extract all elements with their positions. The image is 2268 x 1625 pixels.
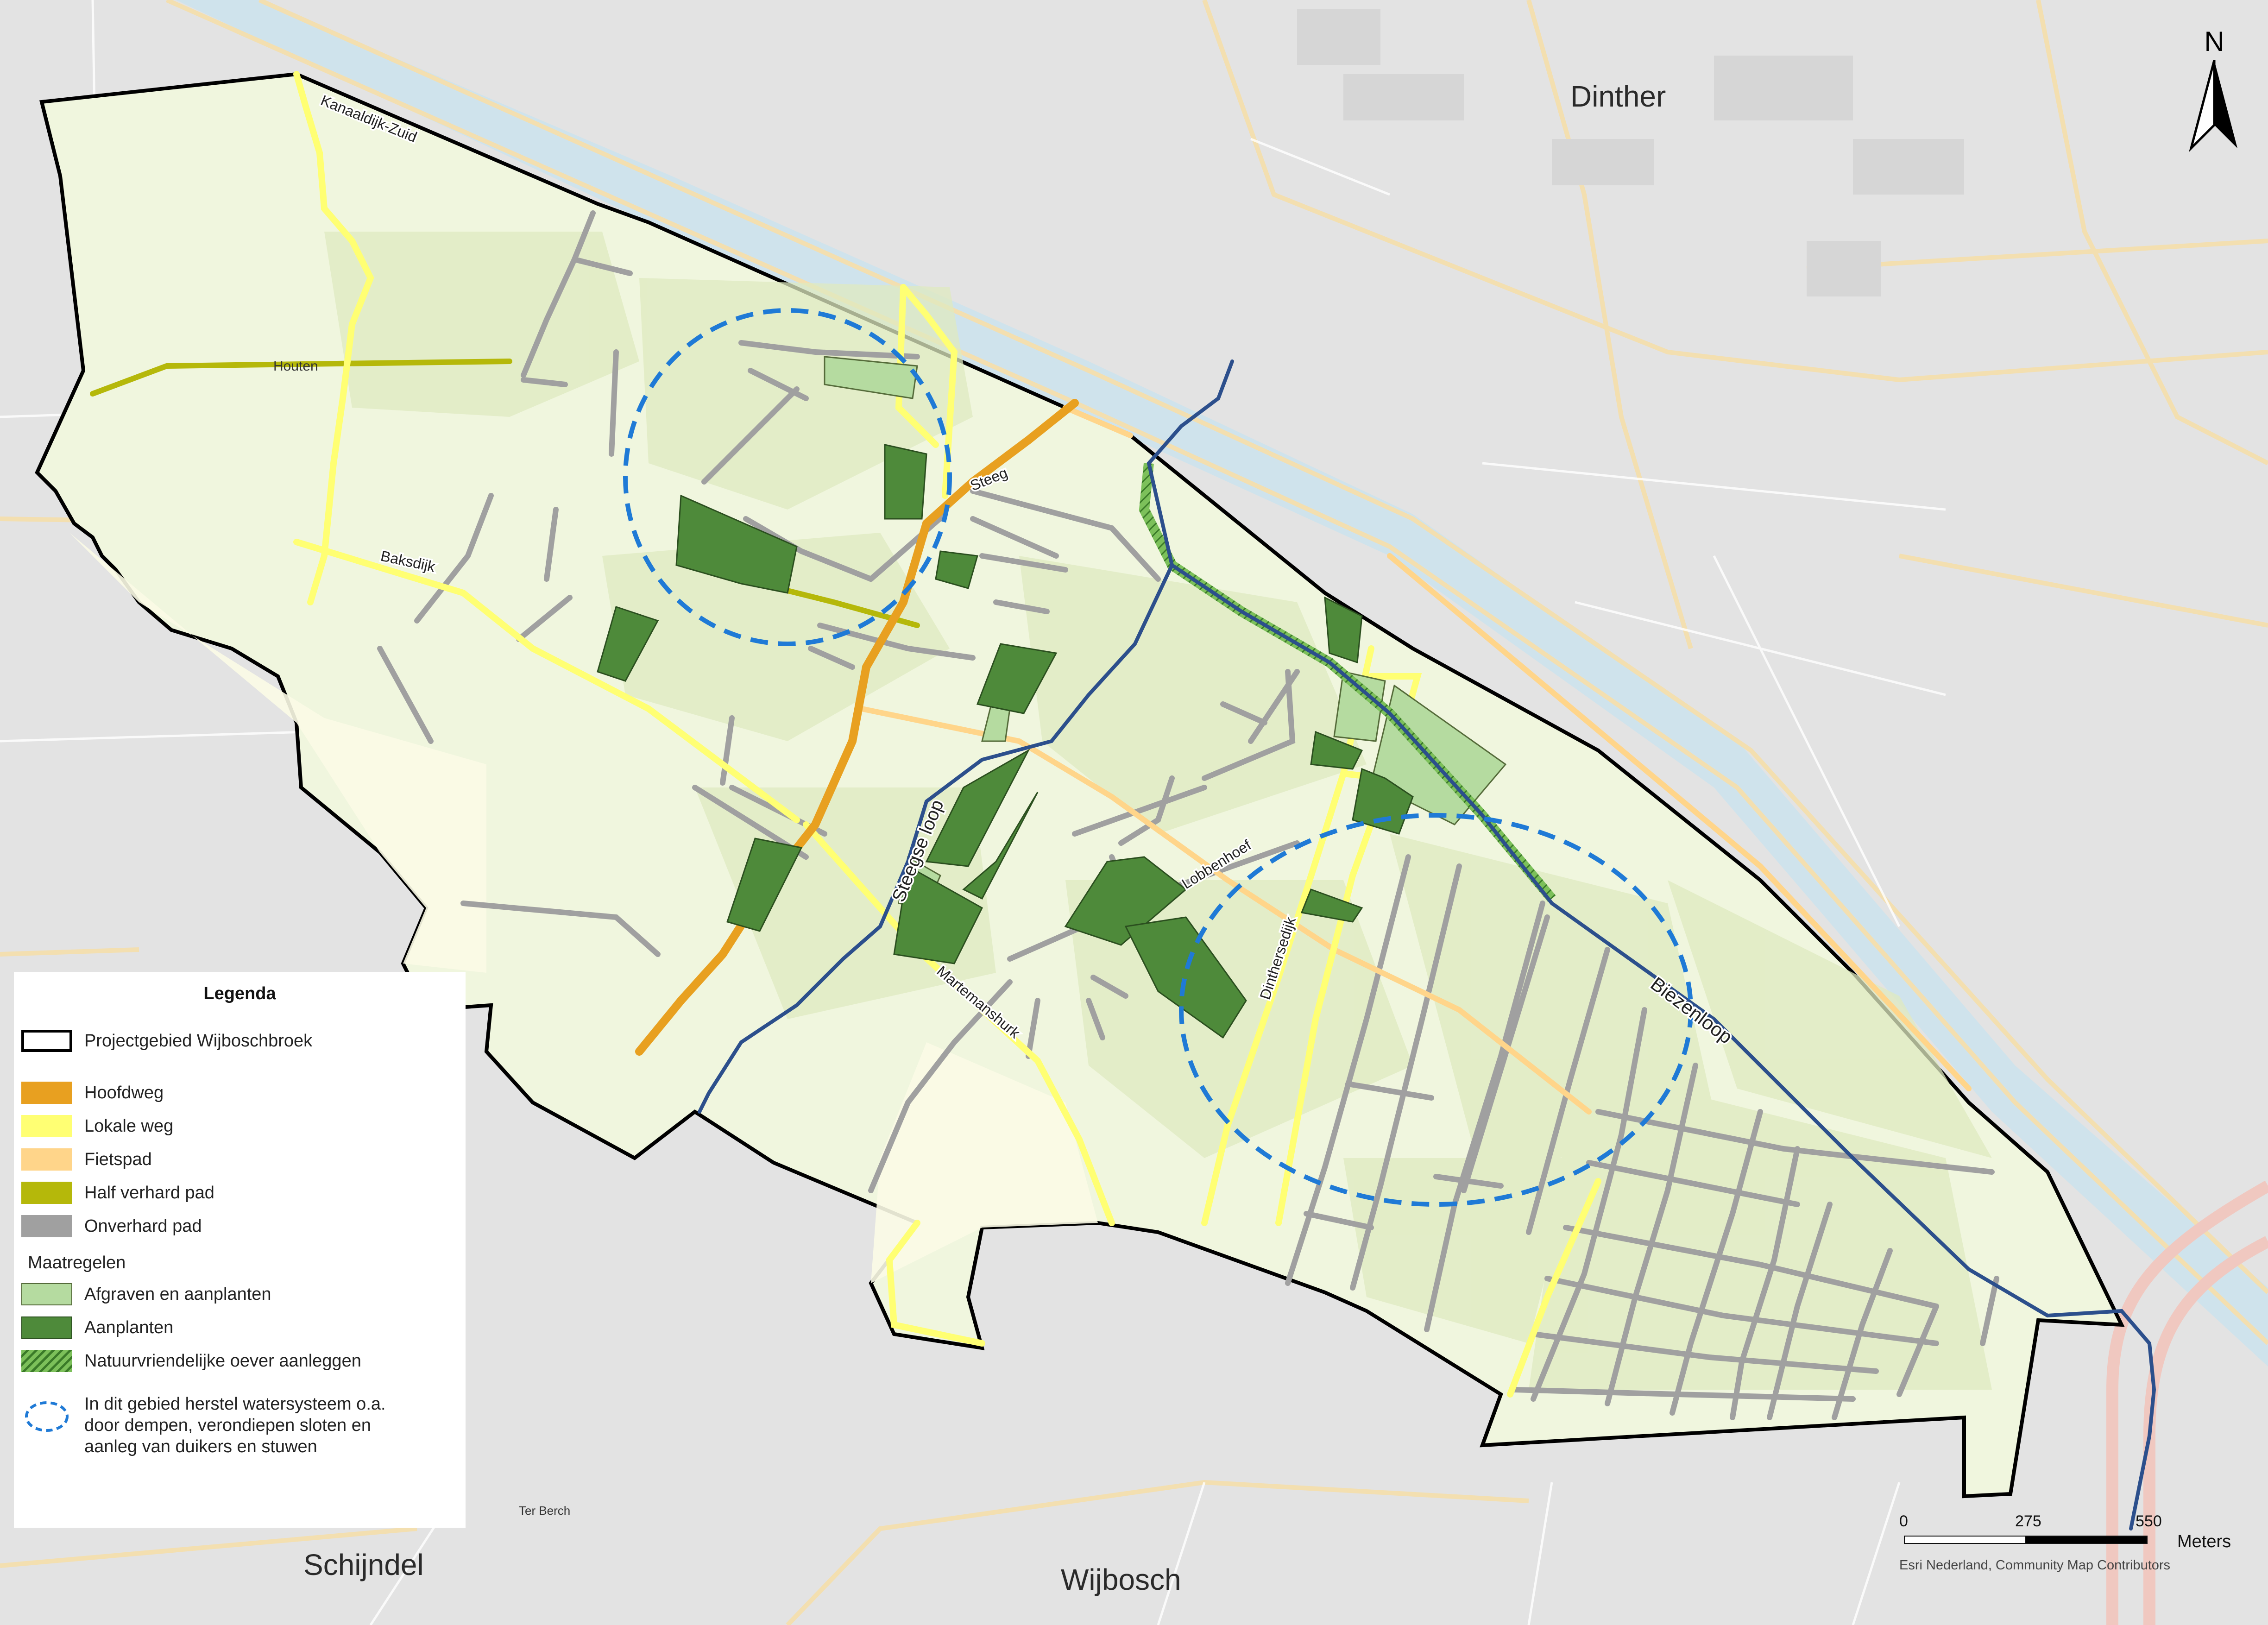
legend-subtitle-measures: Maatregelen: [28, 1253, 126, 1272]
legend-swatch-aanplanten: [21, 1316, 72, 1339]
legend-label-aanplanten: Aanplanten: [84, 1317, 174, 1337]
legend-swatch-fietspad: [21, 1148, 72, 1171]
legend-label-water-system-line3: aanleg van duikers en stuwen: [84, 1437, 317, 1456]
legend-item-afgraven: Afgraven en aanplanten: [21, 1283, 458, 1305]
legend-label-lokale-weg: Lokale weg: [84, 1116, 174, 1136]
town-label-wijbosch: Wijbosch: [1061, 1563, 1181, 1596]
legend-label-fietspad: Fietspad: [84, 1149, 152, 1169]
legend-label-water-system-line1: In dit gebied herstel watersysteem o.a.: [84, 1394, 386, 1414]
town-label-dinther: Dinther: [1570, 80, 1666, 113]
legend-item-natuurvriendelijke-oever: Natuurvriendelijke oever aanleggen: [21, 1350, 458, 1372]
legend: Legenda Projectgebied Wijboschbroek Hoof…: [14, 972, 466, 1528]
legend-label-boundary: Projectgebied Wijboschbroek: [84, 1031, 313, 1051]
legend-label-onverhard-pad: Onverhard pad: [84, 1216, 202, 1236]
map-attribution: Esri Nederland, Community Map Contributo…: [1899, 1558, 2171, 1573]
legend-label-hoofdweg: Hoofdweg: [84, 1083, 164, 1102]
legend-label-natuurvriendelijke-oever: Natuurvriendelijke oever aanleggen: [84, 1351, 361, 1371]
legend-item-water-system: In dit gebied herstel watersysteem o.a. …: [21, 1393, 458, 1457]
scale-tick-0: 0: [1899, 1512, 1908, 1530]
scale-segment-2: [2025, 1536, 2148, 1544]
place-label-ter-berch: Ter Berch: [519, 1504, 570, 1518]
scale-tick-275: 275: [2015, 1512, 2041, 1530]
town-label-schijndel: Schijndel: [303, 1548, 424, 1581]
legend-item-boundary: Projectgebied Wijboschbroek: [21, 1030, 458, 1052]
legend-label-water-system-line2: door dempen, verondiepen sloten en: [84, 1416, 372, 1435]
scale-units: Meters: [2177, 1532, 2231, 1551]
scale-bar: 0 275 550 Meters Esri Nederland, Communi…: [1899, 1512, 2231, 1582]
legend-item-hoofdweg: Hoofdweg: [21, 1082, 458, 1104]
legend-label-afgraven: Afgraven en aanplanten: [84, 1284, 271, 1304]
legend-swatch-natuurvriendelijke-oever: [21, 1350, 72, 1372]
scale-tick-550: 550: [2136, 1512, 2162, 1530]
legend-item-aanplanten: Aanplanten: [21, 1316, 458, 1339]
legend-swatch-hoofdweg: [21, 1082, 72, 1104]
north-arrow: N: [2186, 23, 2242, 162]
legend-swatch-water-system: [25, 1401, 69, 1432]
legend-swatch-afgraven: [21, 1283, 72, 1305]
legend-title: Legenda: [203, 984, 276, 1003]
legend-item-onverhard-pad: Onverhard pad: [21, 1215, 458, 1237]
legend-swatch-half-verhard-pad: [21, 1182, 72, 1204]
legend-item-fietspad: Fietspad: [21, 1148, 458, 1171]
legend-item-half-verhard-pad: Half verhard pad: [21, 1182, 458, 1204]
place-label-houten: Houten: [273, 359, 318, 374]
scale-segment-1: [1904, 1536, 2026, 1544]
legend-swatch-onverhard-pad: [21, 1215, 72, 1237]
north-label: N: [2204, 26, 2224, 57]
legend-swatch-boundary: [21, 1030, 72, 1052]
legend-label-half-verhard-pad: Half verhard pad: [84, 1183, 214, 1203]
north-arrow-icon: [2214, 60, 2237, 148]
legend-item-lokale-weg: Lokale weg: [21, 1115, 458, 1137]
legend-swatch-lokale-weg: [21, 1115, 72, 1137]
